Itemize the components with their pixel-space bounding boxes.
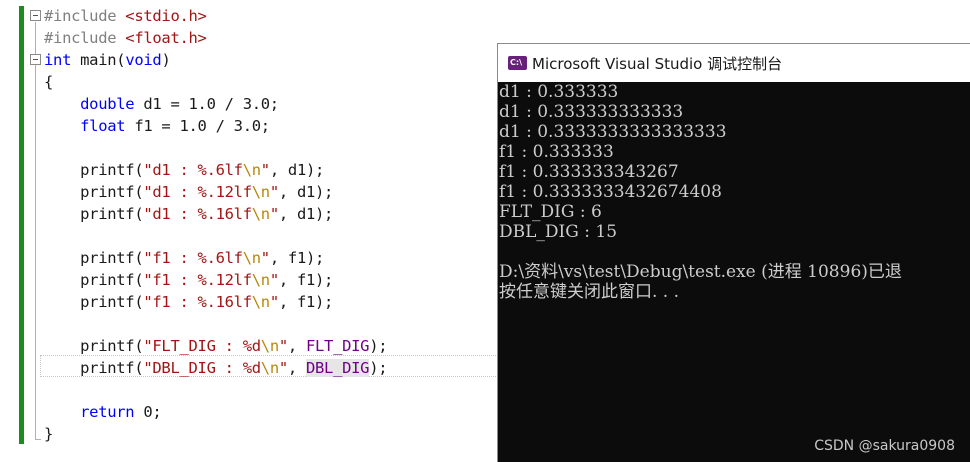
- code-token: 0;: [134, 403, 162, 421]
- code-line[interactable]: }: [44, 423, 53, 445]
- code-line[interactable]: printf("d1 : %.16lf\n", d1);: [44, 203, 333, 225]
- code-token: "DBL_DIG : %d: [143, 359, 261, 377]
- code-token: \n: [251, 205, 270, 223]
- code-token: DBL_DIG: [305, 359, 370, 377]
- code-token: "f1 : %.12lf: [143, 271, 252, 289]
- code-line[interactable]: #include <float.h>: [44, 27, 207, 49]
- code-token: ": [278, 337, 288, 355]
- change-tracking-bar: [19, 6, 24, 444]
- code-token: , f1);: [278, 293, 334, 311]
- code-token: printf(: [44, 161, 144, 179]
- code-token: int: [44, 51, 72, 69]
- code-token: \n: [242, 161, 261, 179]
- code-token: printf(: [44, 359, 144, 377]
- code-token: \n: [260, 337, 279, 355]
- code-token: \n: [260, 359, 279, 377]
- code-token: #include: [44, 7, 126, 25]
- code-token: ,: [287, 337, 306, 355]
- code-token: ": [269, 271, 279, 289]
- code-token: printf(: [44, 337, 144, 355]
- code-token: , f1);: [269, 249, 325, 267]
- code-token: d1 = 1.0 / 3.0;: [134, 95, 279, 113]
- code-token: "d1 : %.12lf: [143, 183, 252, 201]
- code-token: );: [369, 359, 388, 377]
- code-line[interactable]: printf("d1 : %.12lf\n", d1);: [44, 181, 333, 203]
- code-line[interactable]: printf("d1 : %.6lf\n", d1);: [44, 159, 324, 181]
- code-token: printf(: [44, 249, 144, 267]
- code-token: printf(: [44, 293, 144, 311]
- code-token: void: [125, 51, 162, 69]
- code-token: ): [161, 51, 171, 69]
- code-token: printf(: [44, 271, 144, 289]
- code-token: \n: [251, 271, 270, 289]
- code-line[interactable]: printf("f1 : %.16lf\n", f1);: [44, 291, 333, 313]
- code-token: );: [369, 337, 388, 355]
- code-token: ": [269, 205, 279, 223]
- code-token: , f1);: [278, 271, 334, 289]
- code-token: ": [260, 161, 270, 179]
- code-token: , d1);: [269, 161, 325, 179]
- code-token: main(: [71, 51, 126, 69]
- code-token: \n: [251, 293, 270, 311]
- code-token: , d1);: [278, 183, 334, 201]
- code-line[interactable]: printf("f1 : %.12lf\n", f1);: [44, 269, 333, 291]
- code-token: f1 = 1.0 / 3.0;: [125, 117, 270, 135]
- code-line[interactable]: {: [44, 71, 53, 93]
- code-token: "f1 : %.16lf: [143, 293, 252, 311]
- console-output-line: f1 : 0.333333343267: [499, 162, 679, 182]
- code-token: {: [44, 73, 54, 91]
- code-line[interactable]: double d1 = 1.0 / 3.0;: [44, 93, 279, 115]
- code-token: FLT_DIG: [305, 337, 370, 355]
- code-line[interactable]: printf("f1 : %.6lf\n", f1);: [44, 247, 324, 269]
- console-output-line: 按任意键关闭此窗口. . .: [499, 282, 680, 302]
- console-title: Microsoft Visual Studio 调试控制台: [532, 55, 783, 73]
- code-token: printf(: [44, 183, 144, 201]
- code-token: \n: [242, 249, 261, 267]
- code-token: \n: [251, 183, 270, 201]
- console-output-line: FLT_DIG : 6: [499, 202, 602, 222]
- csdn-watermark: CSDN @sakura0908: [814, 438, 955, 454]
- code-token: ": [278, 359, 288, 377]
- console-output-line: d1 : 0.3333333333333333: [499, 122, 727, 142]
- code-token: printf(: [44, 205, 144, 223]
- code-token: #include: [44, 29, 126, 47]
- code-token: "d1 : %.6lf: [143, 161, 243, 179]
- code-line[interactable]: float f1 = 1.0 / 3.0;: [44, 115, 270, 137]
- debug-console-window[interactable]: C:\ Microsoft Visual Studio 调试控制台 d1 : 0…: [497, 43, 970, 462]
- code-line[interactable]: #include <stdio.h>: [44, 5, 207, 27]
- console-output-line: DBL_DIG : 15: [499, 222, 618, 242]
- code-token: , d1);: [278, 205, 334, 223]
- code-token: ": [269, 293, 279, 311]
- code-token: ": [269, 183, 279, 201]
- code-line[interactable]: int main(void): [44, 49, 171, 71]
- code-token: "FLT_DIG : %d: [143, 337, 261, 355]
- console-output-line: d1 : 0.333333: [499, 82, 619, 102]
- console-output-line: f1 : 0.333333: [499, 142, 614, 162]
- console-output-line: d1 : 0.333333333333: [499, 102, 684, 122]
- fold-guide-main: [35, 26, 36, 440]
- code-token: return: [44, 403, 135, 421]
- console-icon-label: C:\: [510, 58, 522, 67]
- console-output-line: f1 : 0.3333333432674408: [499, 182, 722, 202]
- code-line[interactable]: printf("DBL_DIG : %d\n", DBL_DIG);: [44, 357, 388, 379]
- code-token: "f1 : %.6lf: [143, 249, 243, 267]
- code-token: ": [260, 249, 270, 267]
- console-output-area[interactable]: d1 : 0.333333 d1 : 0.333333333333 d1 : 0.3…: [498, 82, 970, 462]
- collapse-include-icon[interactable]: [30, 10, 41, 21]
- code-line[interactable]: printf("FLT_DIG : %d\n", FLT_DIG);: [44, 335, 387, 357]
- code-token: <stdio.h>: [125, 7, 207, 25]
- code-token: ,: [287, 359, 306, 377]
- collapse-main-icon[interactable]: [30, 54, 41, 65]
- fold-guide-end: [35, 439, 41, 440]
- console-titlebar[interactable]: C:\ Microsoft Visual Studio 调试控制台: [498, 44, 970, 82]
- code-token: float: [44, 117, 126, 135]
- code-token: double: [44, 95, 135, 113]
- code-line[interactable]: return 0;: [44, 401, 162, 423]
- code-token: "d1 : %.16lf: [143, 205, 252, 223]
- code-token: }: [44, 425, 54, 443]
- console-app-icon: C:\: [508, 56, 527, 70]
- code-token: <float.h>: [125, 29, 207, 47]
- console-output-line: D:\资料\vs\test\Debug\test.exe (进程 10896)已…: [499, 262, 902, 282]
